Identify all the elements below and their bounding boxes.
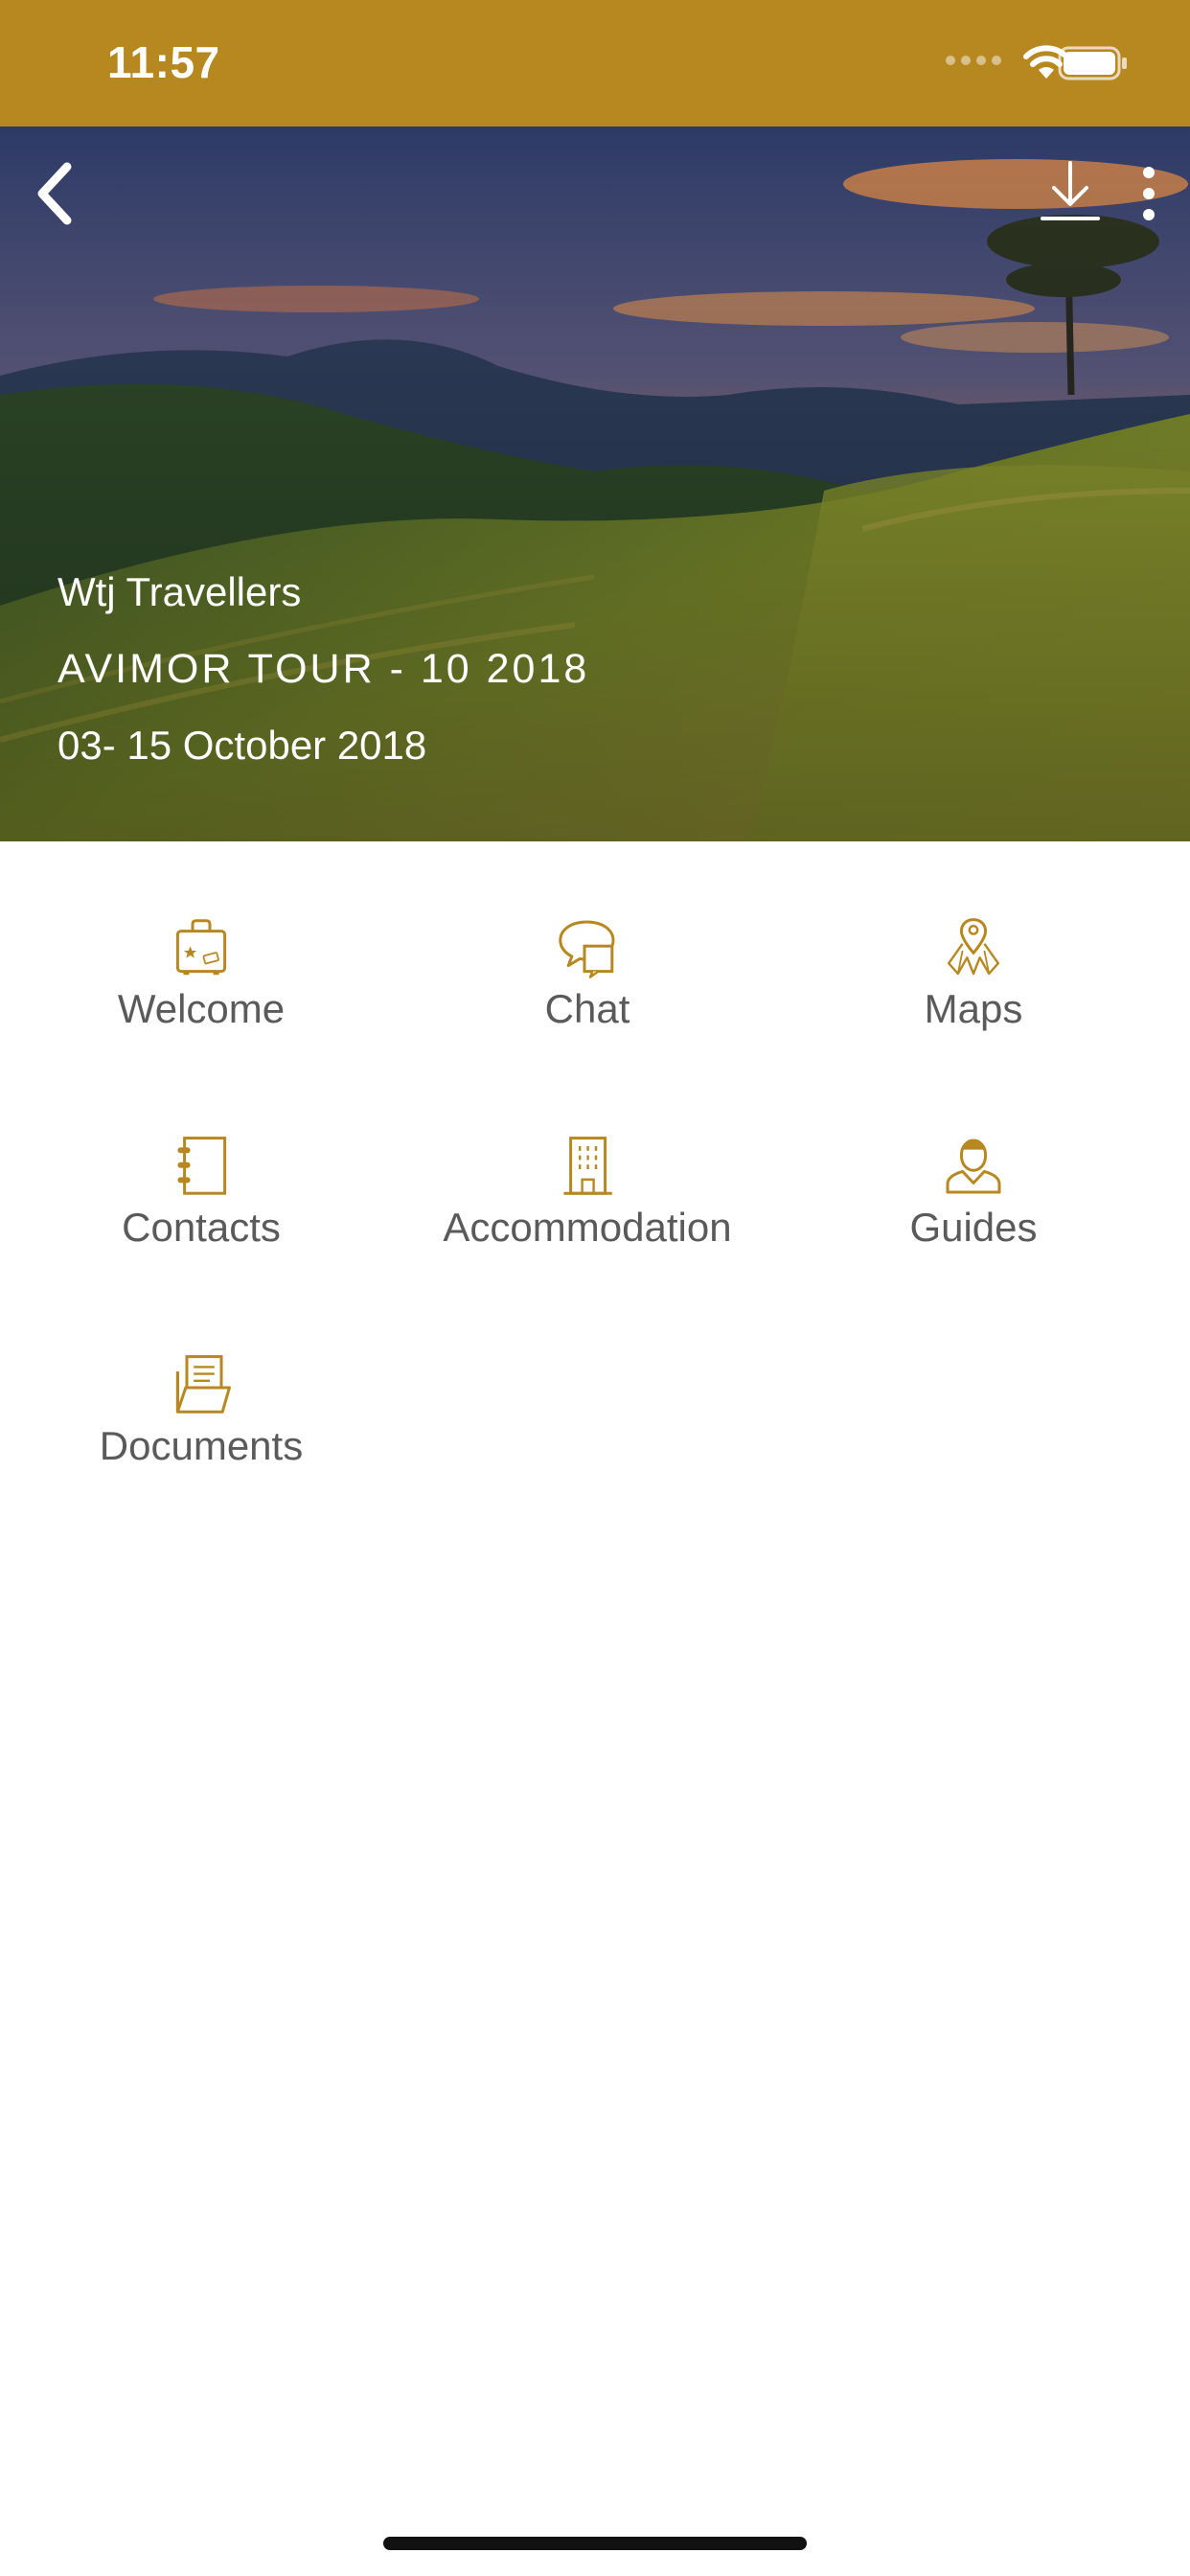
more-options-button[interactable] bbox=[1127, 159, 1171, 228]
download-button[interactable] bbox=[1037, 159, 1104, 228]
tour-info: Wtj Travellers AVIMOR TOUR - 10 2018 03-… bbox=[57, 565, 589, 772]
more-vertical-icon bbox=[1143, 167, 1155, 220]
home-indicator[interactable] bbox=[383, 2537, 807, 2550]
menu-item-guides[interactable]: Guides bbox=[782, 1060, 1165, 1252]
tour-dates: 03- 15 October 2018 bbox=[57, 723, 427, 768]
menu-item-maps[interactable]: Maps bbox=[782, 841, 1165, 1033]
menu-item-label: Documents bbox=[99, 1423, 304, 1468]
menu-item-label: Welcome bbox=[117, 986, 286, 1031]
cellular-signal-icon bbox=[946, 56, 1001, 65]
menu-item-label: Guides bbox=[909, 1205, 1038, 1250]
building-icon bbox=[563, 1137, 612, 1195]
suitcase-icon bbox=[175, 919, 227, 976]
status-time: 11:57 bbox=[107, 37, 220, 87]
menu-item-label: Chat bbox=[544, 986, 630, 1031]
status-bar: 11:57 bbox=[0, 0, 1190, 126]
organization-name: Wtj Travellers bbox=[57, 569, 302, 614]
download-icon bbox=[1041, 161, 1100, 220]
address-book-icon bbox=[177, 1137, 227, 1195]
menu-item-welcome[interactable]: Welcome bbox=[10, 841, 393, 1033]
tour-title: AVIMOR TOUR - 10 2018 bbox=[57, 646, 590, 692]
menu-item-label: Contacts bbox=[122, 1205, 281, 1250]
menu-item-label: Maps bbox=[924, 986, 1023, 1031]
menu-item-accommodation[interactable]: Accommodation bbox=[396, 1060, 779, 1252]
battery-icon bbox=[1058, 46, 1127, 80]
back-button[interactable] bbox=[29, 155, 86, 232]
chat-bubbles-icon bbox=[559, 920, 615, 978]
menu-item-chat[interactable]: Chat bbox=[396, 841, 779, 1033]
person-icon bbox=[946, 1138, 1001, 1194]
hero-banner: Wtj Travellers AVIMOR TOUR - 10 2018 03-… bbox=[0, 126, 1190, 841]
menu-item-documents[interactable]: Documents bbox=[10, 1278, 393, 1470]
map-pin-icon bbox=[948, 918, 999, 976]
chevron-left-icon bbox=[37, 162, 72, 225]
menu-item-label: Accommodation bbox=[443, 1205, 732, 1250]
folder-documents-icon bbox=[175, 1355, 231, 1414]
menu-item-contacts[interactable]: Contacts bbox=[10, 1060, 393, 1252]
